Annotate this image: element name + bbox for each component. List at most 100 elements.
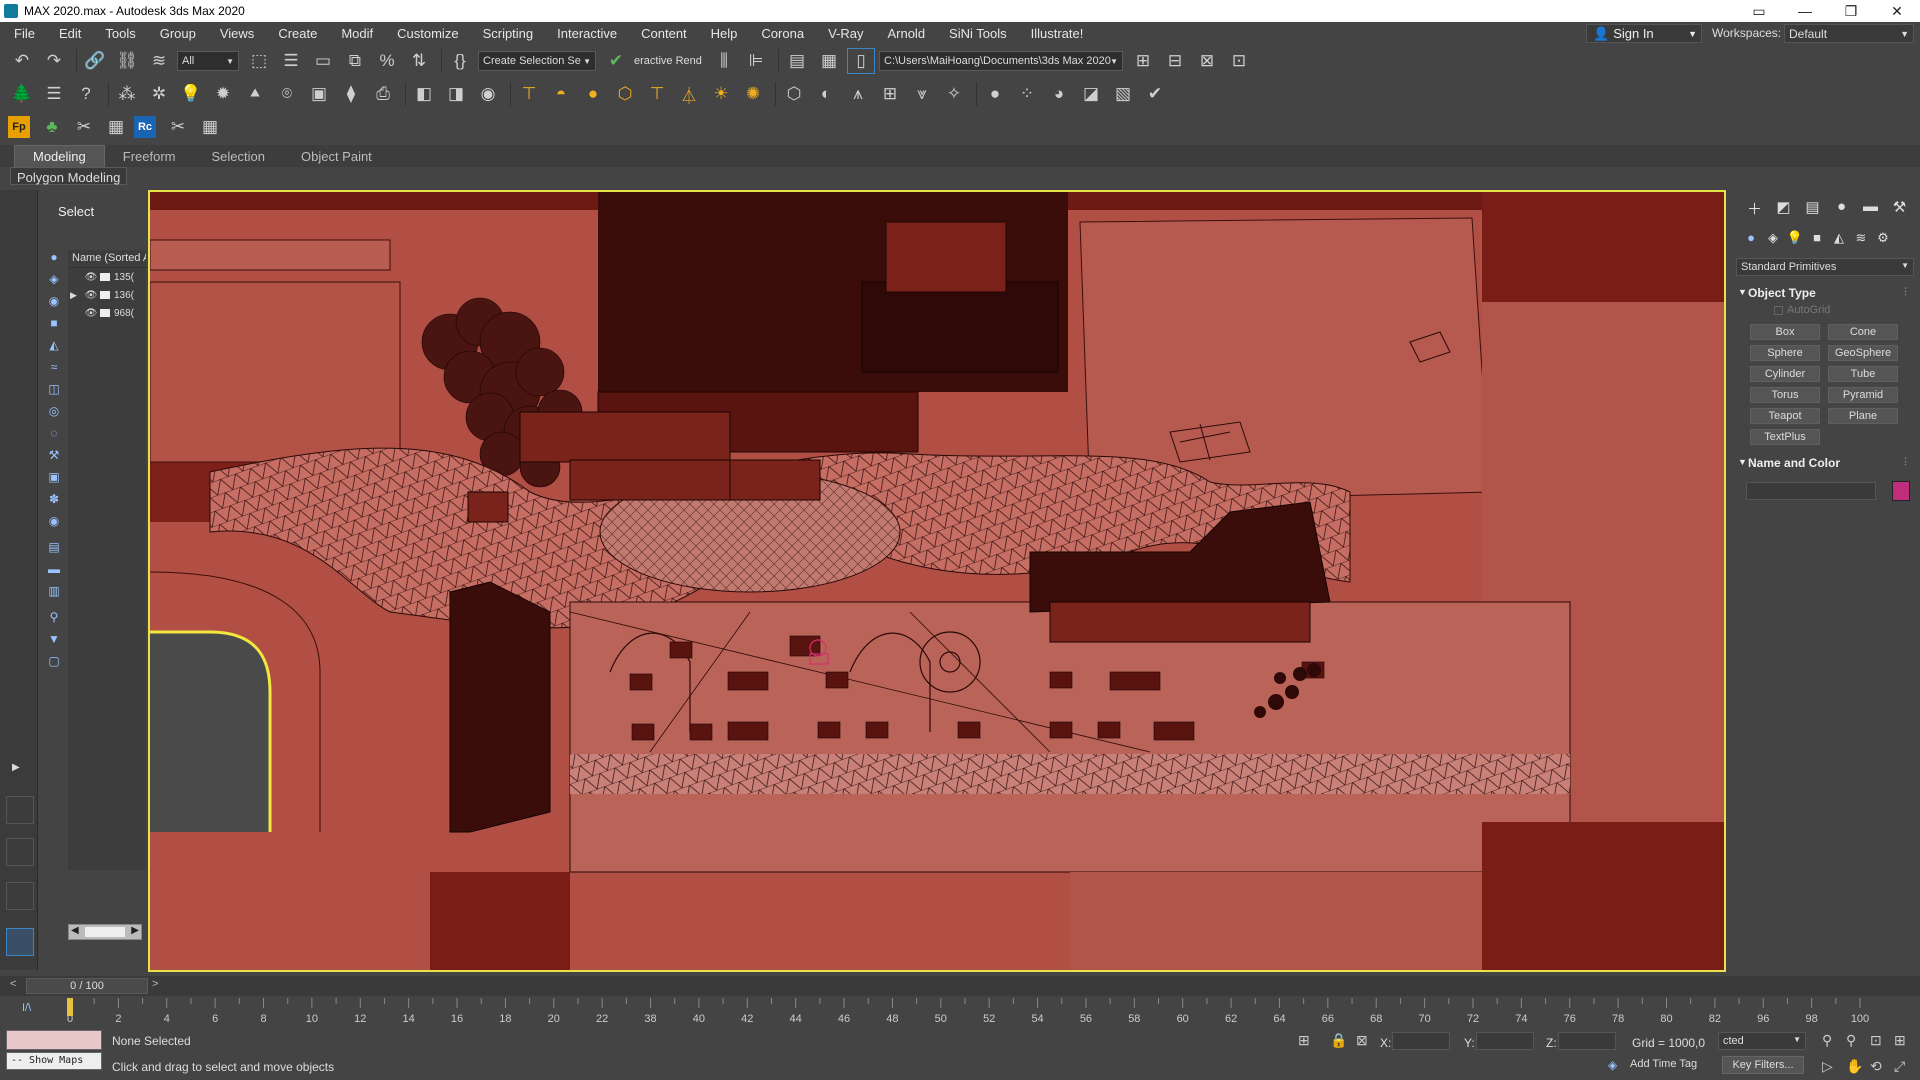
mirror-icon[interactable]: ⫼ xyxy=(710,48,738,74)
edit-named-selection-icon[interactable]: {} xyxy=(446,48,474,74)
teapot-button[interactable]: Teapot xyxy=(1750,408,1820,424)
motion-tab-icon[interactable]: ● xyxy=(1827,198,1856,222)
percent-snap-icon[interactable]: % xyxy=(373,48,401,74)
lister-icon[interactable]: ▧ xyxy=(1109,81,1137,107)
find-icon[interactable]: ⚲ xyxy=(45,610,63,628)
sun-icon[interactable]: ☀ xyxy=(707,81,735,107)
list-icon[interactable]: ☰ xyxy=(40,81,68,107)
pyramid-button[interactable]: Pyramid xyxy=(1828,387,1898,403)
track-bar[interactable]: I/\ 0 2 4 6 8 10 12 14 16 18 20 22 38 40 42 44 46 48 50 52 5… xyxy=(0,996,1920,1026)
viewport-top[interactable] xyxy=(148,190,1726,972)
menu-edit[interactable]: Edit xyxy=(47,26,93,41)
visibility-icon[interactable]: 👁 xyxy=(84,272,98,283)
box-button[interactable]: Box xyxy=(1750,324,1820,340)
sphere-icon[interactable]: ◐ xyxy=(812,81,840,107)
menu-customize[interactable]: Customize xyxy=(385,26,470,41)
filter-helpers-icon[interactable]: ◭ xyxy=(45,338,63,356)
previous-frame-icon[interactable]: < xyxy=(10,978,16,990)
scrollbar-thumb[interactable] xyxy=(85,927,125,937)
menu-modifiers[interactable]: Modif xyxy=(329,26,385,41)
layout-split-icon[interactable] xyxy=(6,838,34,866)
menu-file[interactable]: File xyxy=(0,26,47,41)
tools-icon[interactable]: ✂ xyxy=(70,114,98,140)
expand-arrow-icon[interactable]: ▶ xyxy=(12,762,20,773)
filter-bones-icon[interactable]: ◌ xyxy=(45,426,63,444)
tab-modeling[interactable]: Modeling xyxy=(14,144,105,168)
converter-icon[interactable]: ◪ xyxy=(1077,81,1105,107)
next-frame-icon[interactable]: > xyxy=(152,978,158,990)
zoom-icon[interactable]: ⚲ xyxy=(1822,1032,1832,1049)
geosphere-button[interactable]: GeoSphere xyxy=(1828,345,1898,361)
filter-containers-icon[interactable]: ⚒ xyxy=(45,448,63,466)
spot-light-icon[interactable]: ⊤ xyxy=(643,81,671,107)
ies-light-icon[interactable]: ⯅ xyxy=(241,81,269,107)
close-button[interactable]: ✕ xyxy=(1874,3,1920,20)
expand-icon[interactable]: ▶ xyxy=(70,290,77,301)
object-name-field[interactable] xyxy=(1746,482,1876,500)
forest-pack-icon[interactable]: Fp xyxy=(8,116,30,138)
select-by-name-icon[interactable]: ☰ xyxy=(277,48,305,74)
list-item[interactable]: 👁 135( xyxy=(68,268,146,286)
render-setup-icon[interactable]: ⊟ xyxy=(1161,48,1189,74)
geometry-icon[interactable]: ● xyxy=(1740,230,1762,252)
filter-groups-icon[interactable]: ◫ xyxy=(45,382,63,400)
minimize-button[interactable]: — xyxy=(1782,3,1828,19)
drag-handle-icon[interactable]: ⋮ xyxy=(1901,286,1910,297)
plane-button[interactable]: Plane xyxy=(1828,408,1898,424)
export-icon[interactable]: ⎙ xyxy=(369,81,397,107)
shapes-icon[interactable]: ◈ xyxy=(1762,230,1784,252)
fur-icon[interactable]: ✲ xyxy=(145,81,173,107)
lamp-icon[interactable]: ⊤ xyxy=(515,81,543,107)
render-camera-icon[interactable]: ◉ xyxy=(474,81,502,107)
object-type-rollout[interactable]: ▼ Object Type ⋮ xyxy=(1738,286,1914,304)
autogrid-checkbox[interactable]: AutoGrid xyxy=(1774,304,1830,316)
undo-icon[interactable]: ↶ xyxy=(8,48,36,74)
maxscript-listener[interactable] xyxy=(6,1030,102,1050)
scroll-right-icon[interactable]: ▶ xyxy=(131,925,139,936)
drag-handle-icon[interactable]: ⋮ xyxy=(1901,456,1910,467)
add-time-tag-button[interactable]: Add Time Tag xyxy=(1630,1058,1697,1070)
layer-explorer-icon[interactable]: ▤ xyxy=(783,48,811,74)
multi-material-icon[interactable]: ⁘ xyxy=(1013,81,1041,107)
bind-spacewarp-icon[interactable]: ≋ xyxy=(145,48,173,74)
layout-single-icon[interactable] xyxy=(6,928,34,956)
maximize-button[interactable]: ❐ xyxy=(1828,3,1874,20)
tube-button[interactable]: Tube xyxy=(1828,366,1898,382)
time-slider-thumb[interactable]: 0 / 100 xyxy=(26,978,148,994)
fov-icon[interactable]: ▷ xyxy=(1822,1058,1833,1075)
proxy-icon[interactable]: ⧫ xyxy=(337,81,365,107)
absolute-mode-icon[interactable]: ⊠ xyxy=(1356,1032,1368,1049)
key-filters-button[interactable]: Key Filters... xyxy=(1722,1056,1804,1074)
menu-sini-tools[interactable]: SiNi Tools xyxy=(937,26,1019,41)
layout-three-icon[interactable] xyxy=(6,882,34,910)
menu-create[interactable]: Create xyxy=(266,26,329,41)
redo-icon[interactable]: ↷ xyxy=(40,48,68,74)
y-coordinate-field[interactable] xyxy=(1476,1032,1534,1050)
tab-selection[interactable]: Selection xyxy=(194,146,283,167)
maximize-viewport-icon[interactable]: ⤢ xyxy=(1894,1058,1905,1075)
material-icon[interactable]: ◧ xyxy=(410,81,438,107)
material-sphere-icon[interactable]: ● xyxy=(981,81,1009,107)
light-bulb-icon[interactable]: 💡 xyxy=(177,81,205,107)
sphere-button[interactable]: Sphere xyxy=(1750,345,1820,361)
pliers-icon[interactable]: ✂ xyxy=(164,114,192,140)
sky-icon[interactable]: ✺ xyxy=(739,81,767,107)
list-item[interactable]: 👁 968( xyxy=(68,304,146,322)
systems-icon[interactable]: ⚙ xyxy=(1872,230,1894,252)
particles-icon[interactable]: ⁂ xyxy=(113,81,141,107)
link-icon[interactable]: 🔗 xyxy=(81,48,109,74)
sphere-light-icon[interactable]: ● xyxy=(579,81,607,107)
menu-tools[interactable]: Tools xyxy=(93,26,147,41)
dome-light-icon[interactable]: ◓ xyxy=(547,81,575,107)
menu-scripting[interactable]: Scripting xyxy=(471,26,546,41)
sun-light-icon[interactable]: ✹ xyxy=(209,81,237,107)
omni-light-icon[interactable]: ⏃ xyxy=(675,81,703,107)
filter-cameras-icon[interactable]: ■ xyxy=(45,316,63,334)
orbit-icon[interactable]: ⟲ xyxy=(1870,1058,1882,1075)
select-object-icon[interactable]: ⬚ xyxy=(245,48,273,74)
plant-icon[interactable]: ♣ xyxy=(38,114,66,140)
name-column-header[interactable]: Name (Sorted A xyxy=(68,250,146,268)
tab-freeform[interactable]: Freeform xyxy=(105,146,194,167)
palette-icon[interactable]: ◕ xyxy=(1045,81,1073,107)
sort-icon[interactable]: ▥ xyxy=(45,584,63,602)
